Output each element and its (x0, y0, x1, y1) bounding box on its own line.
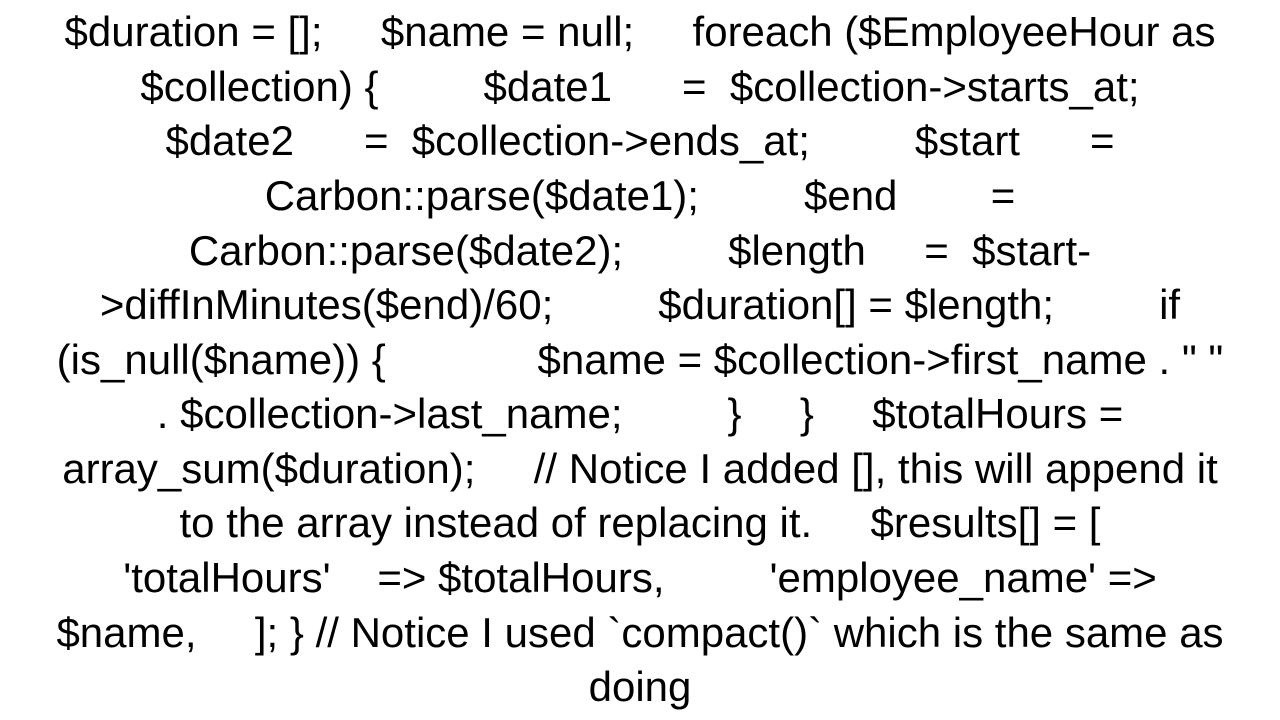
code-snippet-text: $duration = []; $name = null; foreach ($… (50, 5, 1230, 715)
